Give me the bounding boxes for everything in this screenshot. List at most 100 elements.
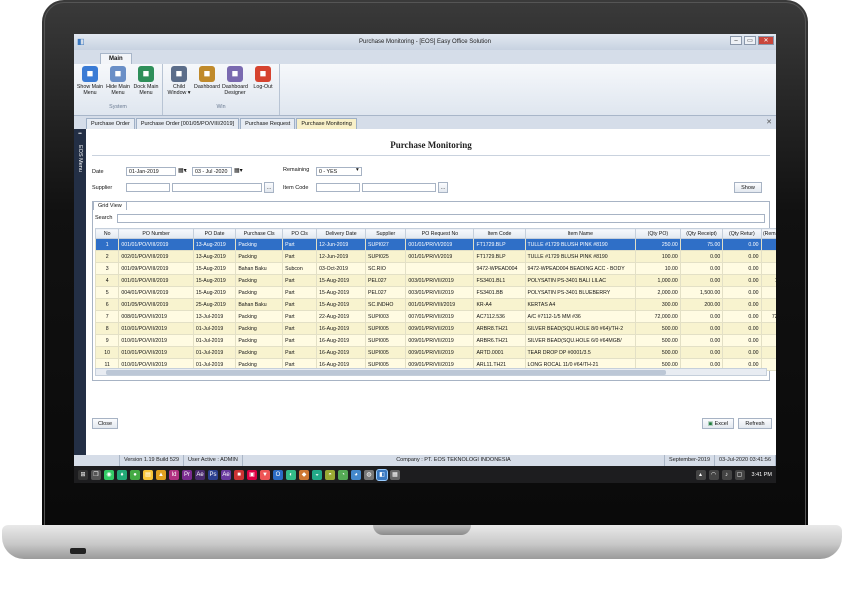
ribbon-button[interactable]: ■ Dashboard: [193, 64, 221, 104]
itemname-field[interactable]: [362, 183, 436, 192]
ribbon-button[interactable]: ■ Dashboard Designer: [221, 64, 249, 104]
table-cell: 100.00: [635, 250, 681, 263]
table-row[interactable]: 2 002/01/PO/VIII/2019 13-Aug-2019 Packing Pa…: [94, 250, 776, 263]
table-row[interactable]: 5 004/01/PO/VIII/2019 15-Aug-2019 Packing Pa…: [94, 286, 776, 299]
close-button[interactable]: Close: [92, 418, 118, 429]
status-datetime: 03-Jul-2020 03:41:56: [715, 455, 776, 466]
column-header[interactable]: Supplier: [365, 228, 407, 239]
table-row[interactable]: 1 001/01/PO/VIII/2019 13-Aug-2019 Packing Pa…: [94, 238, 776, 251]
tab-grid-view[interactable]: Grid View: [93, 201, 127, 210]
column-header[interactable]: Item Name: [524, 228, 637, 239]
ribbon-button[interactable]: ■ Hide Main Menu: [104, 64, 132, 104]
table-cell: 03-Oct-2019: [316, 262, 367, 275]
eos-menu-sidebar[interactable]: •• EOS Menu: [74, 129, 86, 483]
scrollbar-thumb[interactable]: [106, 370, 666, 375]
date-from-field[interactable]: 01-Jan-2019: [126, 167, 176, 176]
tray-icon[interactable]: ▴: [695, 469, 706, 480]
calendar-icon[interactable]: ▦▾: [234, 167, 243, 174]
app-icon[interactable]: ◍: [364, 469, 374, 480]
taskbar-clock[interactable]: 3:41 PM: [752, 472, 772, 478]
itemcode-field[interactable]: [316, 183, 360, 192]
task-view-icon[interactable]: ❐: [91, 469, 101, 480]
column-header[interactable]: Delivery Date: [316, 228, 367, 239]
app-icon[interactable]: ◕: [351, 469, 361, 480]
ribbon-button[interactable]: ■ Log-Out: [249, 64, 277, 104]
ribbon-button[interactable]: ■ Dock Main Menu: [132, 64, 160, 104]
table-row[interactable]: 9 010/01/PO/VII/2019 01-Jul-2019 Packing Par…: [94, 334, 776, 347]
table-row[interactable]: 6 001/05/PO/VIII/2019 25-Aug-2019 Bahan Bak…: [94, 298, 776, 311]
app-icon[interactable]: ●: [130, 469, 140, 480]
table-row[interactable]: 3 001/09/PO/VIII/2019 15-Aug-2019 Bahan Bak…: [94, 262, 776, 275]
table-row[interactable]: 4 001/01/PO/VIII/2019 15-Aug-2019 Packing Pa…: [94, 274, 776, 287]
close-window-button[interactable]: ✕: [758, 36, 774, 45]
supplier-code-field[interactable]: [126, 183, 170, 192]
column-header[interactable]: PO Request No: [405, 228, 475, 239]
app-icon[interactable]: Id: [169, 469, 179, 480]
excel-button[interactable]: ▣ Excel: [702, 418, 734, 429]
document-tab[interactable]: Purchase Order: [86, 118, 135, 129]
column-header[interactable]: PO Date: [192, 228, 237, 239]
eos-taskbar-icon[interactable]: ◧: [376, 468, 388, 481]
app-icon[interactable]: ◐: [286, 469, 296, 480]
table-row[interactable]: 7 008/01/PO/VII/2019 13-Jul-2019 Packing Par…: [94, 310, 776, 323]
table-cell: Packing: [235, 334, 284, 347]
app-icon[interactable]: Ae: [221, 469, 231, 480]
app-icon[interactable]: ◓: [325, 469, 335, 480]
ribbon-button[interactable]: ■ Child Window ▾: [165, 64, 193, 104]
app-icon[interactable]: Pr: [182, 469, 192, 480]
chevron-down-icon[interactable]: ▾: [356, 167, 359, 173]
horizontal-scrollbar[interactable]: [95, 368, 767, 376]
table-cell: 1,500.00: [679, 286, 724, 299]
outlook-icon[interactable]: O: [273, 469, 283, 480]
app-icon[interactable]: ◒: [312, 469, 322, 480]
folder-icon[interactable]: ▤: [143, 469, 153, 480]
start-icon[interactable]: ⊞: [78, 469, 88, 480]
app-icon[interactable]: ▦: [390, 469, 400, 480]
network-icon[interactable]: ◠: [708, 469, 719, 480]
app-icon[interactable]: Ps: [208, 469, 218, 480]
table-cell: 72,000.00: [635, 310, 681, 323]
app-icon[interactable]: Ae: [195, 469, 205, 480]
app-icon[interactable]: ▼: [260, 469, 270, 480]
refresh-button[interactable]: Refresh: [738, 418, 772, 429]
table-row[interactable]: 10 010/01/PO/VII/2019 01-Jul-2019 Packing Pa…: [94, 346, 776, 359]
notification-icon[interactable]: ▢: [734, 469, 745, 480]
ribbon-button[interactable]: ■ Show Main Menu: [76, 64, 104, 104]
column-header[interactable]: (Remain: [760, 228, 776, 239]
show-button[interactable]: Show: [734, 182, 762, 193]
column-header[interactable]: PO Cls: [282, 228, 318, 239]
ribbon-tab-main[interactable]: Main: [100, 53, 132, 64]
supplier-browse-button[interactable]: ...: [264, 182, 274, 193]
search-input[interactable]: [117, 214, 765, 223]
date-to-field[interactable]: 03 - Jul -2020: [192, 167, 232, 176]
column-header[interactable]: (Qty Receipt): [679, 228, 724, 239]
minimize-button[interactable]: –: [730, 36, 742, 45]
column-header[interactable]: PO Number: [118, 228, 194, 239]
table-row[interactable]: 8 010/01/PO/VII/2019 01-Jul-2019 Packing Par…: [94, 322, 776, 335]
app-icon[interactable]: ◆: [299, 469, 309, 480]
itemcode-browse-button[interactable]: ...: [438, 182, 448, 193]
document-tab[interactable]: Purchase Order [001/05/PO/VIII/2019]: [135, 118, 240, 129]
column-header[interactable]: No: [94, 228, 120, 239]
app-icon[interactable]: ▣: [247, 469, 257, 480]
volume-icon[interactable]: ♪: [721, 469, 732, 480]
table-cell: 01-Jul-2019: [192, 322, 237, 335]
document-tab[interactable]: Purchase Request: [240, 118, 296, 129]
table-cell: 010/01/PO/VII/2019: [118, 346, 194, 359]
browser-icon[interactable]: ◉: [104, 469, 114, 480]
column-header[interactable]: Purchase Cls: [235, 228, 284, 239]
table-cell: A/C #7112-1/5 MM #36: [524, 310, 637, 323]
column-header[interactable]: Item Code: [473, 228, 526, 239]
column-header[interactable]: (Qty PO): [635, 228, 681, 239]
document-tab[interactable]: Purchase Monitoring: [296, 118, 357, 129]
app-icon[interactable]: ■: [234, 469, 244, 480]
system-tray: ▴ ◠ ♪ ▢ 3:41 PM: [695, 469, 776, 480]
column-header[interactable]: (Qty Retur): [722, 228, 762, 239]
app-icon[interactable]: ♦: [117, 469, 127, 480]
supplier-name-field[interactable]: [172, 183, 262, 192]
app-icon[interactable]: ▲: [156, 469, 166, 480]
maximize-button[interactable]: ▭: [744, 36, 756, 45]
app-icon[interactable]: ◔: [338, 469, 348, 480]
child-window-icon: ■: [171, 66, 187, 82]
close-tab-icon[interactable]: ✕: [766, 118, 772, 126]
